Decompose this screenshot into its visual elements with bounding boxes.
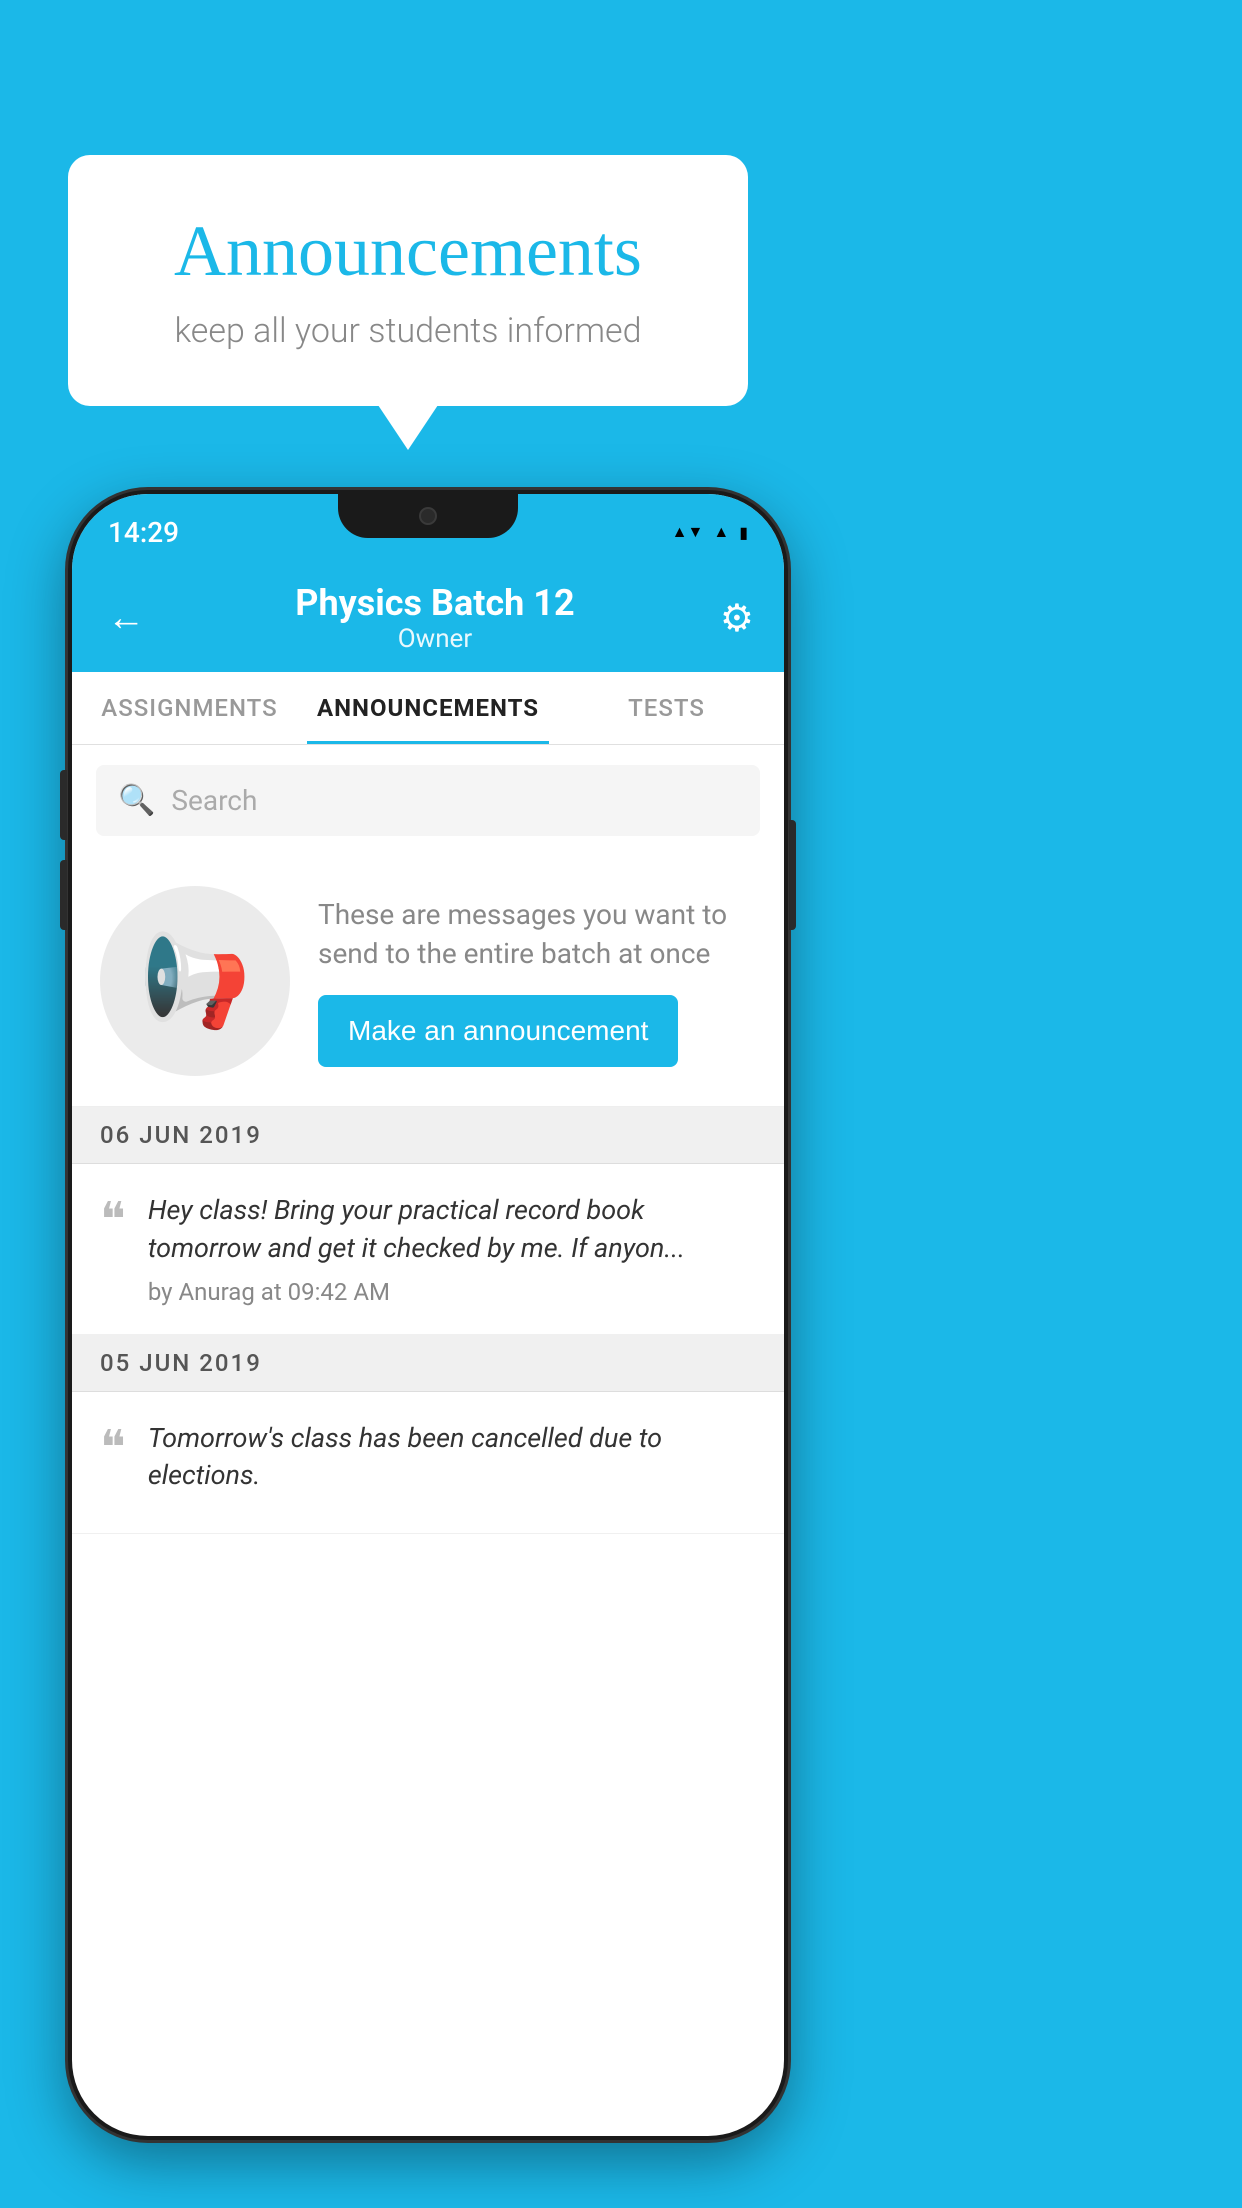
announcement-text-1: Hey class! Bring your practical record b… [148,1192,756,1268]
volume-down-button[interactable] [60,860,67,930]
status-icons: ▲▼ ▲ ▮ [672,522,748,542]
wifi-icon: ▲▼ [672,522,704,542]
announcement-text-2: Tomorrow's class has been cancelled due … [148,1420,756,1496]
camera-dot [419,507,437,525]
signal-icon: ▲ [713,522,729,542]
volume-up-button[interactable] [60,770,67,840]
quote-icon-2: ❝ [100,1425,126,1473]
tab-assignments[interactable]: ASSIGNMENTS [72,672,307,744]
bubble-title: Announcements [128,210,688,293]
announcement-content-2: Tomorrow's class has been cancelled due … [148,1420,756,1506]
search-icon: 🔍 [118,783,155,818]
bubble-subtitle: keep all your students informed [128,311,688,351]
announcement-prompt: 📢 These are messages you want to send to… [72,856,784,1107]
speech-bubble-wrapper: Announcements keep all your students inf… [68,155,748,406]
search-box[interactable]: 🔍 Search [96,765,760,836]
batch-subtitle: Owner [150,624,720,654]
search-placeholder: Search [171,784,257,817]
phone-wrapper: 14:29 ▲▼ ▲ ▮ ← Physics Batch 12 Owner ⚙ … [68,490,788,2140]
announcement-meta-1: by Anurag at 09:42 AM [148,1278,756,1306]
megaphone-icon: 📢 [139,929,251,1034]
announcement-item-2[interactable]: ❝ Tomorrow's class has been cancelled du… [72,1392,784,1535]
speech-bubble: Announcements keep all your students inf… [68,155,748,406]
tabs-bar: ASSIGNMENTS ANNOUNCEMENTS TESTS [72,672,784,745]
phone-screen: 14:29 ▲▼ ▲ ▮ ← Physics Batch 12 Owner ⚙ … [72,494,784,2136]
date-separator-1: 06 JUN 2019 [72,1107,784,1164]
prompt-right: These are messages you want to send to t… [318,895,756,1067]
settings-button[interactable]: ⚙ [720,596,754,641]
back-button[interactable]: ← [102,591,150,645]
status-time: 14:29 [108,516,179,549]
power-button[interactable] [789,820,796,930]
phone-frame: 14:29 ▲▼ ▲ ▮ ← Physics Batch 12 Owner ⚙ … [68,490,788,2140]
prompt-description: These are messages you want to send to t… [318,895,756,973]
date-separator-2: 05 JUN 2019 [72,1335,784,1392]
megaphone-circle: 📢 [100,886,290,1076]
tab-announcements[interactable]: ANNOUNCEMENTS [307,672,549,744]
announcement-content-1: Hey class! Bring your practical record b… [148,1192,756,1306]
battery-icon: ▮ [739,523,748,542]
search-container: 🔍 Search [72,745,784,856]
announcement-item-1[interactable]: ❝ Hey class! Bring your practical record… [72,1164,784,1335]
quote-icon-1: ❝ [100,1197,126,1245]
header-title-block: Physics Batch 12 Owner [150,582,720,654]
tab-tests[interactable]: TESTS [549,672,784,744]
notch [338,494,518,538]
make-announcement-button[interactable]: Make an announcement [318,995,678,1067]
app-header: ← Physics Batch 12 Owner ⚙ [72,562,784,672]
batch-title: Physics Batch 12 [150,582,720,624]
